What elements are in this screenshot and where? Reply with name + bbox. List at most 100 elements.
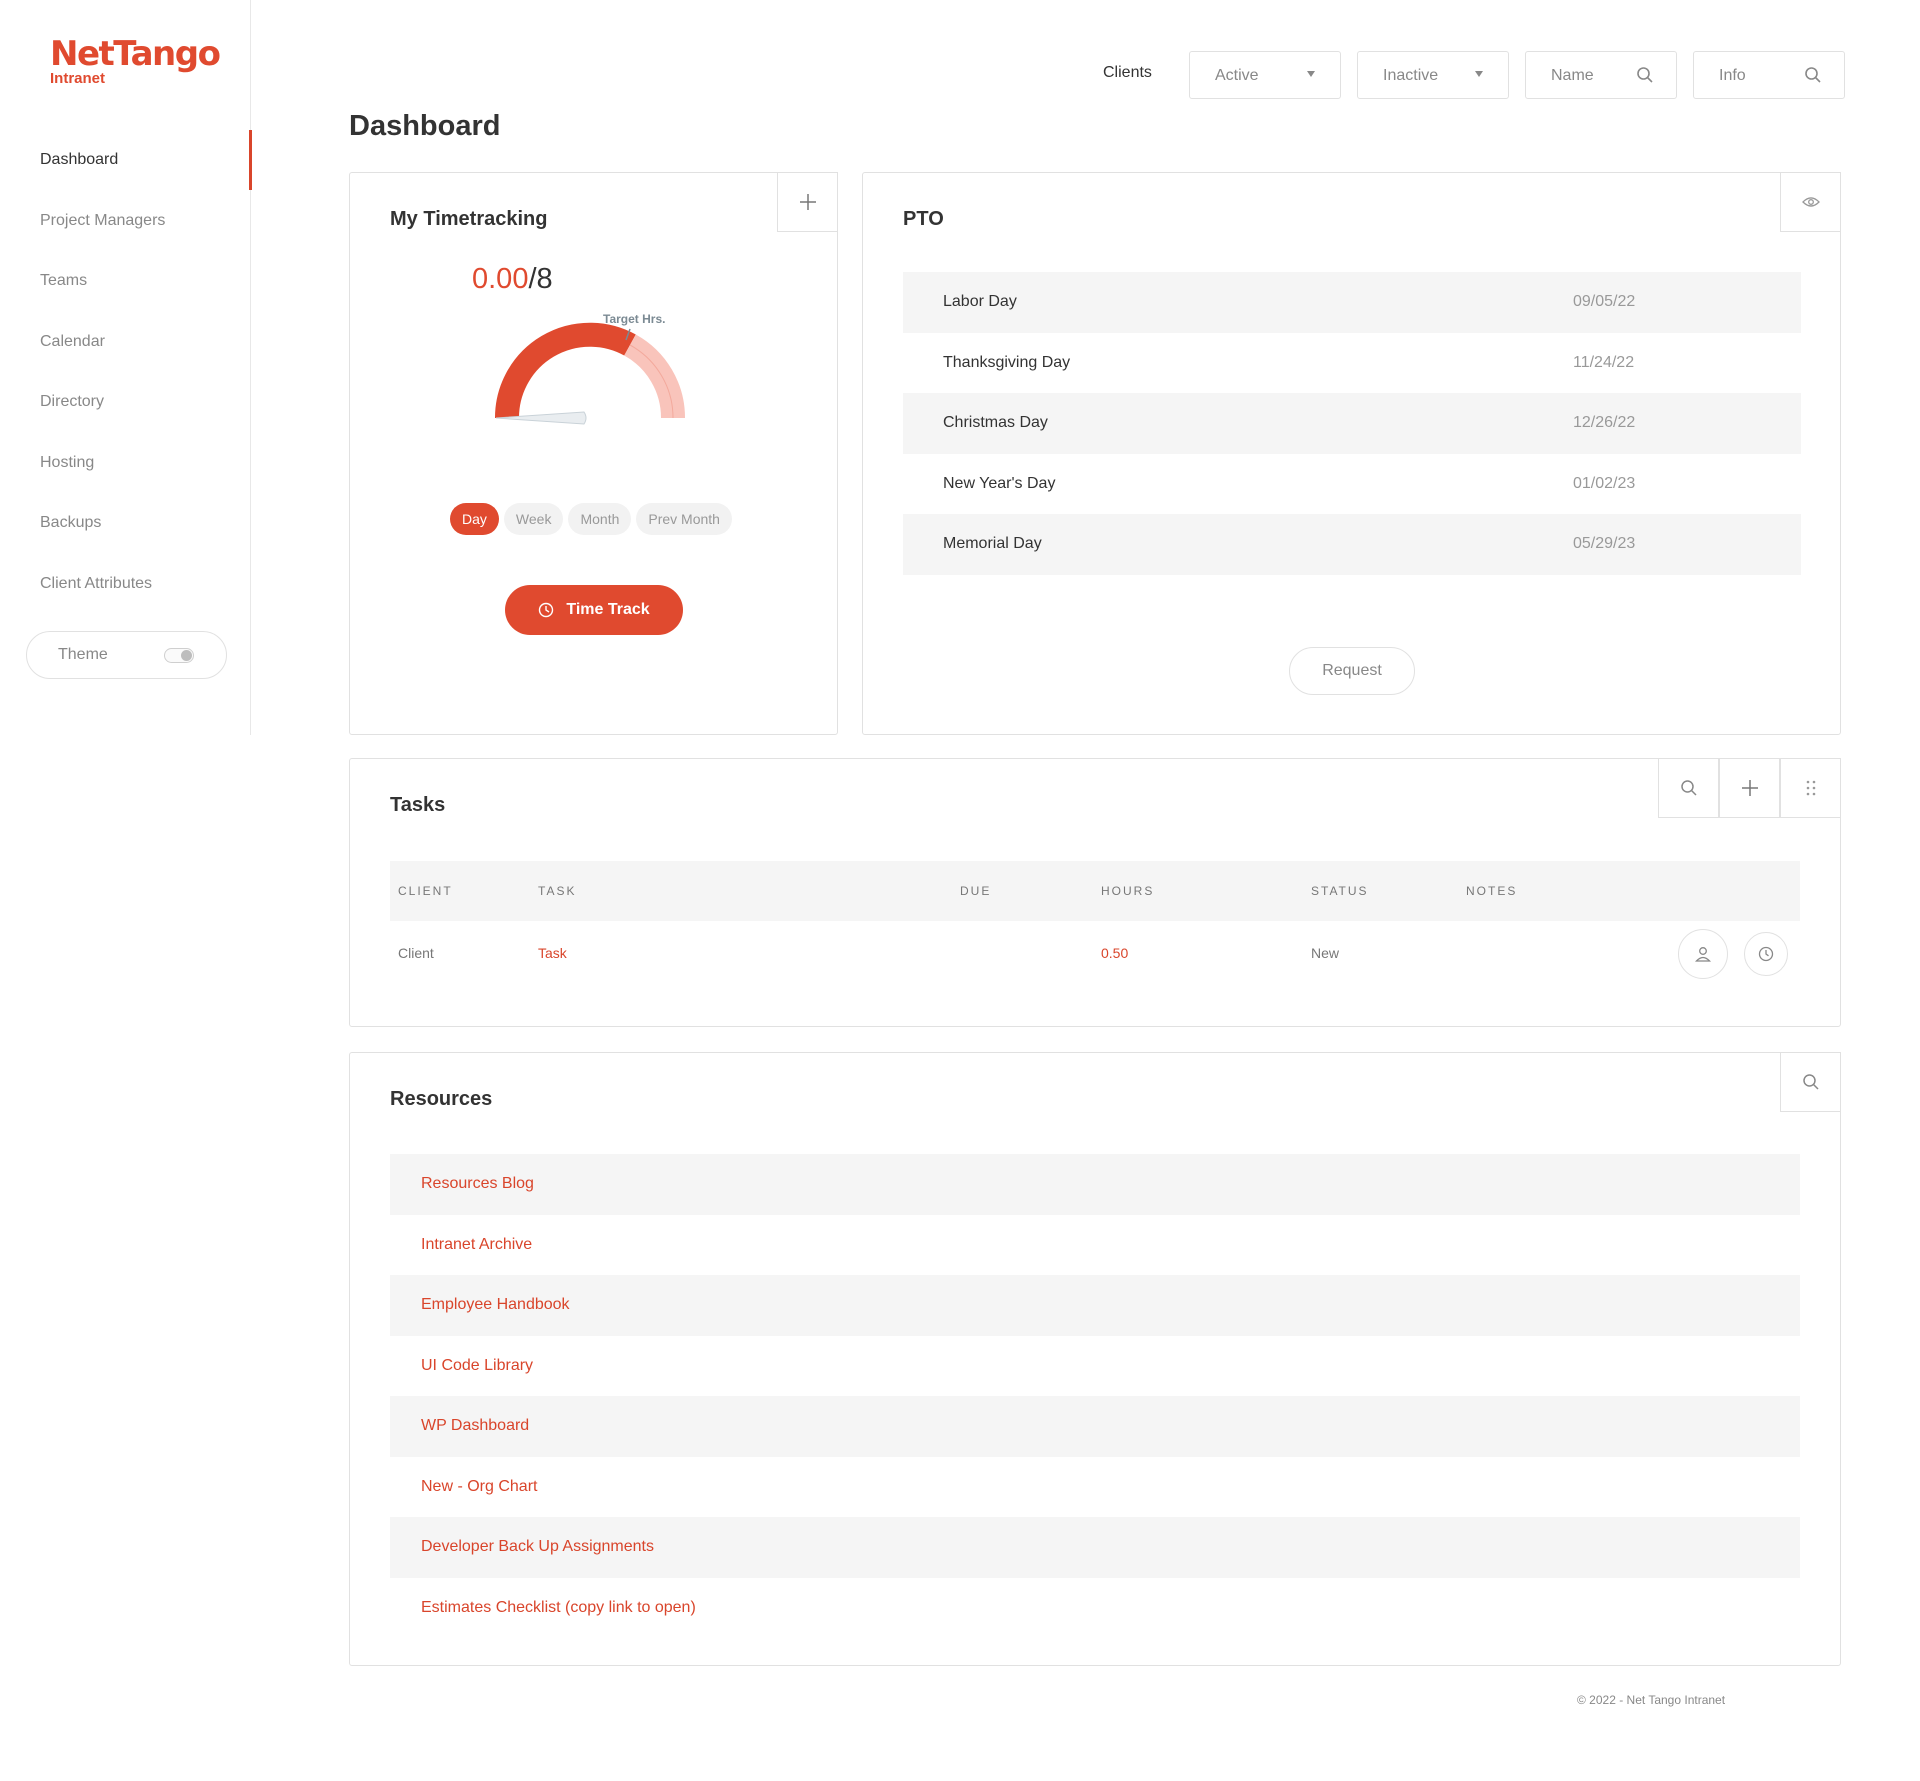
list-item: Christmas Day 12/26/22 <box>903 393 1801 454</box>
sidebar-item-backups[interactable]: Backups <box>0 493 251 554</box>
theme-switch[interactable] <box>164 648 194 663</box>
resource-link[interactable]: Employee Handbook <box>421 1296 570 1314</box>
tab-week[interactable]: Week <box>503 503 564 535</box>
pto-name: New Year's Day <box>943 474 1056 492</box>
plus-icon <box>799 194 816 210</box>
add-task-button[interactable] <box>1719 758 1780 818</box>
tab-day[interactable]: Day <box>450 503 499 535</box>
list-item: Resources Blog <box>390 1154 1800 1215</box>
resources-card: Resources Resources Blog Intranet Archiv… <box>349 1052 1841 1666</box>
sidebar-item-calendar[interactable]: Calendar <box>0 312 251 373</box>
info-search-placeholder: Info <box>1719 67 1746 84</box>
theme-toggle[interactable]: Theme <box>26 631 227 679</box>
search-icon[interactable] <box>1636 66 1654 89</box>
eye-icon <box>1801 197 1820 207</box>
resource-link[interactable]: Resources Blog <box>421 1175 534 1193</box>
sidebar-item-hosting[interactable]: Hosting <box>0 433 251 494</box>
list-item: Estimates Checklist (copy link to open) <box>390 1578 1800 1639</box>
resources-title: Resources <box>390 1088 493 1110</box>
assign-user-button[interactable] <box>1678 929 1728 979</box>
pto-date: 09/05/22 <box>1573 293 1636 310</box>
pto-list: Labor Day 09/05/22 Thanksgiving Day 11/24/… <box>903 272 1801 575</box>
pto-date: 11/24/22 <box>1573 353 1635 371</box>
tab-month[interactable]: Month <box>568 503 632 535</box>
gauge-target-label: Target Hrs. <box>603 312 665 326</box>
name-search-input[interactable]: Name <box>1525 51 1677 99</box>
pto-date: 05/29/23 <box>1573 535 1636 552</box>
request-pto-button[interactable]: Request <box>1289 647 1415 695</box>
timetracking-period-tabs: Day Week Month Prev Month <box>450 503 732 535</box>
name-search-placeholder: Name <box>1551 67 1594 84</box>
track-task-time-button[interactable] <box>1744 932 1788 976</box>
hours-target: /8 <box>528 263 553 295</box>
timetracking-card: My Timetracking 0.00/8 Target Hrs. Day W… <box>349 172 838 735</box>
sidebar-item-directory[interactable]: Directory <box>0 372 251 433</box>
search-tasks-button[interactable] <box>1658 758 1719 818</box>
task-hours: 0.50 <box>1101 945 1129 961</box>
timetracking-total: 0.00/8 <box>472 263 553 296</box>
footer-copyright: © 2022 - Net Tango Intranet <box>1577 1693 1726 1707</box>
search-icon <box>1802 1074 1819 1090</box>
column-header-client: CLIENT <box>398 884 453 898</box>
tasks-table-header: CLIENT TASK DUE HOURS STATUS NOTES <box>390 861 1800 921</box>
search-icon[interactable] <box>1804 66 1822 89</box>
task-name-link[interactable]: Task <box>538 945 567 961</box>
pto-name: Memorial Day <box>943 535 1042 552</box>
sidebar-item-client-attributes[interactable]: Client Attributes <box>0 554 251 615</box>
resource-link[interactable]: New - Org Chart <box>421 1478 537 1496</box>
resource-link[interactable]: WP Dashboard <box>421 1417 529 1435</box>
task-client: Client <box>398 945 434 961</box>
pto-name: Thanksgiving Day <box>943 353 1071 371</box>
inactive-select-value: Inactive <box>1383 67 1439 84</box>
resource-link[interactable]: Estimates Checklist (copy link to open) <box>421 1599 696 1617</box>
table-row: Client Task 0.50 New <box>390 921 1800 987</box>
tab-prev-month[interactable]: Prev Month <box>636 503 732 535</box>
pto-name: Christmas Day <box>943 414 1048 431</box>
list-item: Labor Day 09/05/22 <box>903 272 1801 333</box>
task-options-button[interactable] <box>1780 758 1841 818</box>
list-item: Developer Back Up Assignments <box>390 1517 1800 1578</box>
search-resources-button[interactable] <box>1780 1052 1841 1112</box>
switch-knob <box>181 650 192 661</box>
user-icon <box>1695 947 1711 962</box>
active-select-value: Active <box>1215 67 1259 84</box>
clock-icon <box>1758 946 1774 962</box>
search-icon <box>1680 780 1697 796</box>
list-item: Memorial Day 05/29/23 <box>903 514 1801 575</box>
task-status: New <box>1311 945 1340 961</box>
sidebar-item-teams[interactable]: Teams <box>0 251 251 312</box>
sidebar-nav: Dashboard Project Managers Teams Calenda… <box>0 130 252 615</box>
view-pto-button[interactable] <box>1780 172 1841 232</box>
pto-card: PTO Labor Day 09/05/22 Thanksgiving Day 11… <box>862 172 1841 735</box>
info-search-input[interactable]: Info <box>1693 51 1845 99</box>
column-header-hours: HOURS <box>1101 884 1155 898</box>
list-item: New Year's Day 01/02/23 <box>903 454 1801 515</box>
column-header-due: DUE <box>960 884 992 898</box>
sidebar: NetTango Intranet Dashboard Project Mana… <box>0 0 252 735</box>
time-track-label: Time Track <box>566 601 650 618</box>
theme-label: Theme <box>58 646 108 663</box>
pto-title: PTO <box>903 208 944 230</box>
inactive-clients-select[interactable]: Inactive <box>1357 51 1509 99</box>
timetracking-title: My Timetracking <box>390 208 548 230</box>
sidebar-item-project-managers[interactable]: Project Managers <box>0 191 251 252</box>
resource-link[interactable]: UI Code Library <box>421 1357 533 1375</box>
column-header-notes: NOTES <box>1466 884 1518 898</box>
hours-gauge: Target Hrs. <box>494 312 686 425</box>
list-item: UI Code Library <box>390 1336 1800 1397</box>
sidebar-item-dashboard[interactable]: Dashboard <box>0 130 252 191</box>
time-track-button[interactable]: Time Track <box>505 585 683 635</box>
tasks-card: Tasks CLIENT TASK DUE HOURS STATUS NOTES… <box>349 758 1841 1027</box>
chevron-down-icon <box>1475 71 1483 77</box>
logo[interactable]: NetTango Intranet <box>50 36 221 87</box>
resource-link[interactable]: Developer Back Up Assignments <box>421 1538 654 1556</box>
plus-icon <box>1741 780 1758 796</box>
list-item: Employee Handbook <box>390 1275 1800 1336</box>
column-header-status: STATUS <box>1311 884 1369 898</box>
tasks-title: Tasks <box>390 794 446 816</box>
page-title: Dashboard <box>349 110 501 142</box>
active-clients-select[interactable]: Active <box>1189 51 1341 99</box>
add-time-button[interactable] <box>777 172 838 232</box>
pto-date: 12/26/22 <box>1573 414 1636 431</box>
resource-link[interactable]: Intranet Archive <box>421 1236 532 1254</box>
